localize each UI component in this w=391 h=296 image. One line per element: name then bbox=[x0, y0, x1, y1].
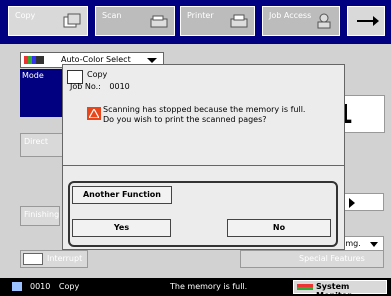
img-label: Img. bbox=[343, 239, 361, 248]
finishing-button[interactable]: Finishing bbox=[20, 206, 60, 226]
function-tab-bar: Copy Scan Printer Job Access bbox=[0, 0, 391, 44]
person-icon bbox=[317, 13, 331, 29]
warning-icon bbox=[87, 107, 101, 120]
copy-mode-label: Mode bbox=[22, 71, 44, 80]
status-message: The memory is full. bbox=[170, 282, 248, 291]
tab-copy[interactable]: Copy bbox=[8, 6, 88, 36]
interrupt-button[interactable]: Interrupt bbox=[20, 250, 88, 268]
tab-scan[interactable]: Scan bbox=[95, 6, 175, 36]
tab-scan-label: Scan bbox=[102, 11, 122, 20]
status-bar: 0010 Copy The memory is full. System Mon… bbox=[0, 278, 391, 296]
copy-mode-button[interactable]: Mode bbox=[20, 69, 62, 117]
yes-button[interactable]: Yes bbox=[72, 219, 171, 237]
copier-screen: Copy Scan Printer Job Access Auto-Color … bbox=[0, 0, 391, 296]
status-job-number: 0010 bbox=[30, 282, 51, 291]
dialog-function-label: Copy bbox=[87, 70, 108, 79]
darker-button[interactable] bbox=[340, 193, 384, 211]
tab-printer-label: Printer bbox=[187, 11, 214, 20]
tab-job-access-label: Job Access bbox=[269, 11, 312, 20]
job-no-label: Job No.: bbox=[70, 82, 101, 91]
dialog-message-line1: Scanning has stopped because the memory … bbox=[103, 105, 306, 114]
job-icon bbox=[12, 282, 22, 291]
system-monitor-button[interactable]: System Monitor bbox=[293, 280, 387, 296]
another-function-button[interactable]: Another Function bbox=[72, 186, 172, 204]
direct-button[interactable]: Direct bbox=[20, 133, 65, 157]
special-features-label: Special Features bbox=[299, 254, 365, 263]
color-mode-icon bbox=[24, 56, 44, 64]
dialog-message: Scanning has stopped because the memory … bbox=[103, 105, 305, 125]
job-no-value: 0010 bbox=[109, 82, 130, 91]
tab-copy-label: Copy bbox=[15, 11, 36, 20]
chevron-down-icon bbox=[147, 58, 157, 63]
interrupt-label: Interrupt bbox=[47, 254, 83, 263]
finishing-label: Finishing bbox=[24, 210, 60, 219]
scanner-icon bbox=[150, 15, 168, 28]
no-button[interactable]: No bbox=[227, 219, 331, 237]
status-job: 0010 Copy bbox=[30, 282, 79, 291]
chevron-down-icon bbox=[370, 242, 378, 247]
job-number: Job No.: 0010 bbox=[70, 82, 130, 91]
system-monitor-label: System Monitor bbox=[316, 282, 352, 296]
color-select-label: Auto-Color Select bbox=[61, 55, 131, 64]
copy-icon bbox=[63, 13, 81, 28]
arrow-right-icon bbox=[357, 16, 379, 26]
system-monitor-icon bbox=[297, 284, 313, 290]
next-function-button[interactable] bbox=[347, 6, 385, 36]
dialog-divider bbox=[63, 165, 344, 166]
printer-icon bbox=[230, 14, 248, 28]
interrupt-icon bbox=[23, 253, 43, 265]
dialog-message-line2: Do you wish to print the scanned pages? bbox=[103, 115, 267, 124]
direct-label: Direct bbox=[24, 137, 48, 146]
status-function: Copy bbox=[58, 282, 80, 291]
triangle-right-icon bbox=[349, 198, 355, 208]
tab-job-access[interactable]: Job Access bbox=[262, 6, 340, 36]
special-features-button[interactable]: Special Features bbox=[240, 250, 384, 268]
tab-printer[interactable]: Printer bbox=[180, 6, 255, 36]
memory-full-dialog: Copy Job No.: 0010 Scanning has stopped … bbox=[62, 64, 345, 250]
